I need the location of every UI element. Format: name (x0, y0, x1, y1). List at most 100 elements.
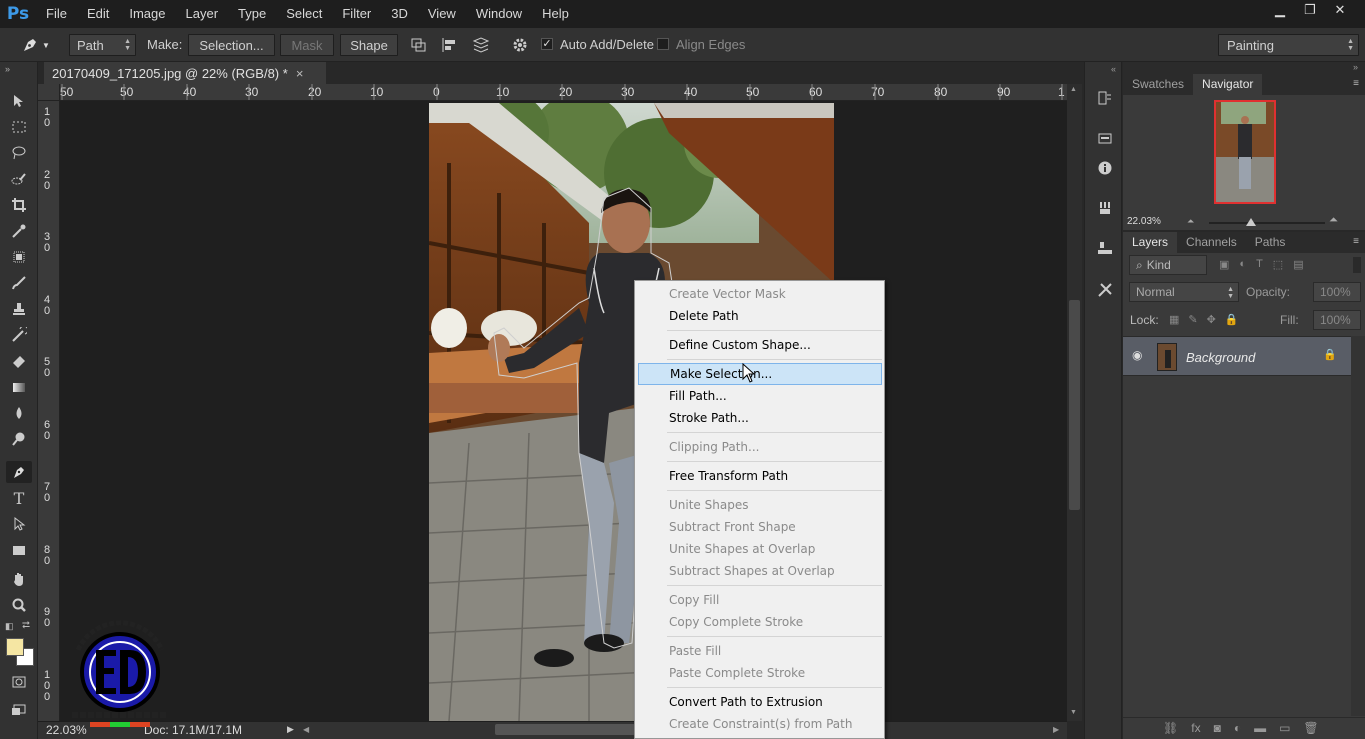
dodge-tool-icon[interactable] (6, 428, 32, 450)
menu-item-clipping-path[interactable]: Clipping Path... (635, 436, 884, 458)
foreground-color-swatch[interactable] (6, 638, 24, 656)
rectangle-tool-icon[interactable] (6, 539, 32, 561)
layer-kind-filter[interactable]: ⌕ Kind (1129, 255, 1207, 275)
menu-item-create-vector-mask[interactable]: Create Vector Mask (635, 283, 884, 305)
new-group-icon[interactable]: ▬ (1254, 721, 1266, 735)
marquee-tool-icon[interactable] (6, 116, 32, 138)
close-icon[interactable]: ✕ (1325, 0, 1355, 20)
opacity-input[interactable]: 100% (1313, 282, 1361, 302)
blend-mode-select[interactable]: Normal ▲ ▼ (1129, 282, 1239, 302)
info-icon[interactable] (1095, 158, 1115, 178)
adjustment-filter-icon[interactable]: ◐ (1239, 258, 1246, 271)
zoom-slider-thumb[interactable] (1246, 218, 1256, 226)
menu-item-paste-fill[interactable]: Paste Fill (635, 640, 884, 662)
tab-navigator[interactable]: Navigator (1193, 74, 1263, 95)
fill-input[interactable]: 100% (1313, 310, 1361, 330)
workspace-select[interactable]: Painting ▲ ▼ (1218, 34, 1359, 56)
tab-swatches[interactable]: Swatches (1123, 74, 1193, 95)
scroll-right-icon[interactable]: ▶ (1053, 725, 1059, 734)
zoom-tool-icon[interactable] (6, 594, 32, 616)
menu-item-unite-shapes-at-overlap[interactable]: Unite Shapes at Overlap (635, 538, 884, 560)
lock-position-icon[interactable]: ✥ (1207, 313, 1216, 326)
minimize-icon[interactable]: ▁ (1265, 0, 1295, 20)
auto-add-delete-checkbox[interactable]: ✓ (541, 38, 553, 50)
vertical-scroll-thumb[interactable] (1069, 300, 1080, 510)
navigator-preview[interactable] (1214, 100, 1276, 204)
status-menu-arrow-icon[interactable]: ▶ (287, 724, 294, 735)
fx-icon[interactable]: fx (1191, 721, 1200, 735)
path-alignment-icon[interactable] (441, 37, 459, 53)
menu-select[interactable]: Select (276, 0, 332, 28)
panel-menu-icon[interactable]: ≡ (1353, 78, 1359, 89)
make-mask-button[interactable]: Mask (280, 34, 334, 56)
menu-item-convert-path-to-extrusion[interactable]: Convert Path to Extrusion (635, 691, 884, 713)
menu-item-make-selection[interactable]: Make Selection... (638, 363, 882, 385)
collapse-arrows-icon[interactable]: » (5, 64, 10, 74)
menu-type[interactable]: Type (228, 0, 276, 28)
layer-name[interactable]: Background (1186, 350, 1255, 365)
menu-item-copy-complete-stroke[interactable]: Copy Complete Stroke (635, 611, 884, 633)
document-tab[interactable]: 20170409_171205.jpg @ 22% (RGB/8) * × (44, 62, 326, 84)
menu-3d[interactable]: 3D (381, 0, 418, 28)
default-colors-icon[interactable]: ◧ (5, 621, 14, 632)
lock-transparency-icon[interactable]: ▦ (1169, 313, 1179, 326)
make-selection-button[interactable]: Selection... (188, 34, 275, 56)
zoom-slider-track[interactable] (1209, 222, 1325, 224)
menu-view[interactable]: View (418, 0, 466, 28)
eyedropper-tool-icon[interactable] (6, 220, 32, 242)
clone-stamp-tool-icon[interactable] (6, 298, 32, 320)
menu-item-paste-complete-stroke[interactable]: Paste Complete Stroke (635, 662, 884, 684)
quick-selection-tool-icon[interactable] (6, 168, 32, 190)
menu-file[interactable]: File (36, 0, 77, 28)
type-tool-icon[interactable]: T (6, 487, 32, 509)
panel-menu-icon[interactable]: ≡ (1353, 236, 1359, 247)
align-edges-checkbox[interactable] (657, 38, 669, 50)
history-panel-icon[interactable] (1095, 88, 1115, 108)
zoom-in-icon[interactable]: ⏶ (1329, 214, 1338, 227)
expand-arrows-icon[interactable]: « (1111, 64, 1116, 74)
crop-tool-icon[interactable] (6, 194, 32, 216)
horizontal-scroll-thumb[interactable] (495, 724, 635, 735)
restore-icon[interactable]: ❐ (1295, 0, 1325, 20)
link-layers-icon[interactable]: ⛓ (1163, 721, 1178, 735)
smart-object-filter-icon[interactable]: ▤ (1293, 258, 1303, 271)
adjustments-panel-icon[interactable] (1095, 128, 1115, 148)
type-filter-icon[interactable]: T (1256, 258, 1263, 271)
layer-row-background[interactable]: ◉ Background 🔒 (1123, 336, 1351, 376)
clone-source-icon[interactable] (1095, 238, 1115, 258)
navigator-zoom-value[interactable]: 22.03% (1127, 216, 1161, 227)
trash-icon[interactable]: 🗑 (1303, 721, 1318, 735)
lasso-tool-icon[interactable] (6, 142, 32, 164)
menu-item-subtract-shapes-at-overlap[interactable]: Subtract Shapes at Overlap (635, 560, 884, 582)
ruler-origin[interactable] (38, 84, 60, 101)
pen-tool-preset-picker[interactable]: ▼ (20, 35, 56, 55)
history-brush-tool-icon[interactable] (6, 324, 32, 346)
gear-icon[interactable] (512, 37, 528, 53)
pixel-filter-icon[interactable]: ▣ (1219, 258, 1229, 271)
menu-image[interactable]: Image (119, 0, 175, 28)
menu-item-define-custom-shape[interactable]: Define Custom Shape... (635, 334, 884, 356)
scroll-down-icon[interactable]: ▼ (1070, 709, 1077, 716)
tab-layers[interactable]: Layers (1123, 232, 1178, 253)
quick-mask-icon[interactable] (6, 671, 32, 693)
menu-window[interactable]: Window (466, 0, 532, 28)
path-arrangement-icon[interactable] (471, 36, 491, 54)
brush-tool-icon[interactable] (6, 272, 32, 294)
eraser-tool-icon[interactable] (6, 350, 32, 372)
menu-item-delete-path[interactable]: Delete Path (635, 305, 884, 327)
scroll-up-icon[interactable]: ▲ (1070, 86, 1077, 93)
menu-item-create-constraints-from-path[interactable]: Create Constraint(s) from Path (635, 713, 884, 735)
adjustment-layer-icon[interactable]: ◐ (1234, 721, 1241, 735)
close-tab-icon[interactable]: × (296, 66, 304, 81)
eye-visibility-icon[interactable]: ◉ (1132, 348, 1142, 362)
pen-tool-icon[interactable] (6, 461, 32, 483)
tab-paths[interactable]: Paths (1246, 232, 1295, 253)
path-selection-tool-icon[interactable] (6, 513, 32, 535)
tool-mode-select[interactable]: Path ▲ ▼ (69, 34, 136, 56)
menu-item-stroke-path[interactable]: Stroke Path... (635, 407, 884, 429)
hand-tool-icon[interactable] (6, 568, 32, 590)
lock-pixels-icon[interactable]: ✎ (1188, 313, 1197, 326)
menu-item-copy-fill[interactable]: Copy Fill (635, 589, 884, 611)
menu-edit[interactable]: Edit (77, 0, 119, 28)
menu-help[interactable]: Help (532, 0, 579, 28)
